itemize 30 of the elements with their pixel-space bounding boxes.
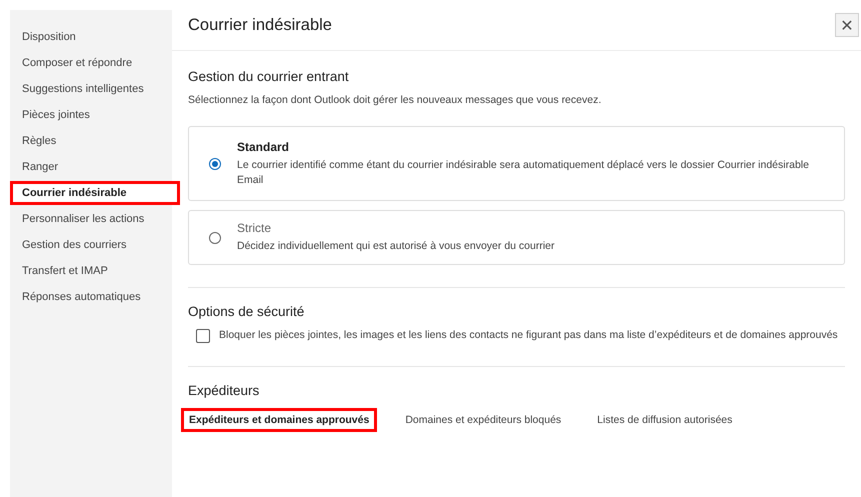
sidebar-item[interactable]: Courrier indésirable (10, 181, 180, 205)
panel-title: Courrier indésirable (188, 16, 332, 34)
option-label: Stricte (237, 221, 272, 235)
sidebar-item[interactable]: Pièces jointes (10, 103, 180, 127)
checkbox-label: Bloquer les pièces jointes, les images et les liens des contacts ne figurant pas dans ma liste d’expéditeurs et de domaines approuvés (219, 328, 838, 343)
section-heading: Options de sécurité (188, 304, 306, 319)
tab[interactable]: Listes de diffusion autorisées (589, 408, 740, 432)
section-heading: Gestion du courrier entrant (188, 69, 350, 84)
sidebar-item[interactable]: Personnaliser les actions (10, 207, 180, 231)
sidebar-item[interactable]: Disposition (10, 25, 180, 49)
option-card[interactable]: Standard Le courrier identifié comme étant du courrier indésirable sera automatiquement déplacé vers le dossier Courrier indésirable Email (188, 126, 845, 201)
sidebar-item[interactable]: Ranger (10, 155, 180, 179)
option-description: Le courrier identifié comme étant du courrier indésirable sera automatiquement déplacé vers le dossier Courrier indésirable Email (237, 158, 810, 188)
sidebar-item[interactable]: Réponses automatiques (10, 285, 180, 309)
section-description: Sélectionnez la façon dont Outlook doit gérer les nouveaux messages que vous recevez. (188, 94, 602, 106)
tab[interactable]: Expéditeurs et domaines approuvés (181, 408, 378, 432)
sidebar-item[interactable]: Composer et répondre (10, 51, 180, 75)
radio-button[interactable] (209, 232, 221, 244)
option-card[interactable]: Stricte Décidez individuellement qui est autorisé à vous envoyer du courrier (188, 210, 845, 265)
sidebar-item[interactable]: Transfert et IMAP (10, 259, 180, 283)
close-button[interactable]: ✕ (835, 13, 859, 37)
sidebar-item[interactable]: Gestion des courriers (10, 233, 180, 257)
radio-button[interactable] (209, 158, 221, 170)
sidebar-item[interactable]: Suggestions intelligentes (10, 77, 180, 101)
tab[interactable]: Domaines et expéditeurs bloqués (397, 408, 570, 432)
option-label: Standard (237, 140, 290, 154)
checkbox[interactable] (196, 329, 210, 343)
option-description: Décidez individuellement qui est autorisé à vous envoyer du courrier (237, 239, 555, 254)
section-heading: Expéditeurs (188, 383, 260, 398)
sidebar-item[interactable]: Règles (10, 129, 180, 153)
